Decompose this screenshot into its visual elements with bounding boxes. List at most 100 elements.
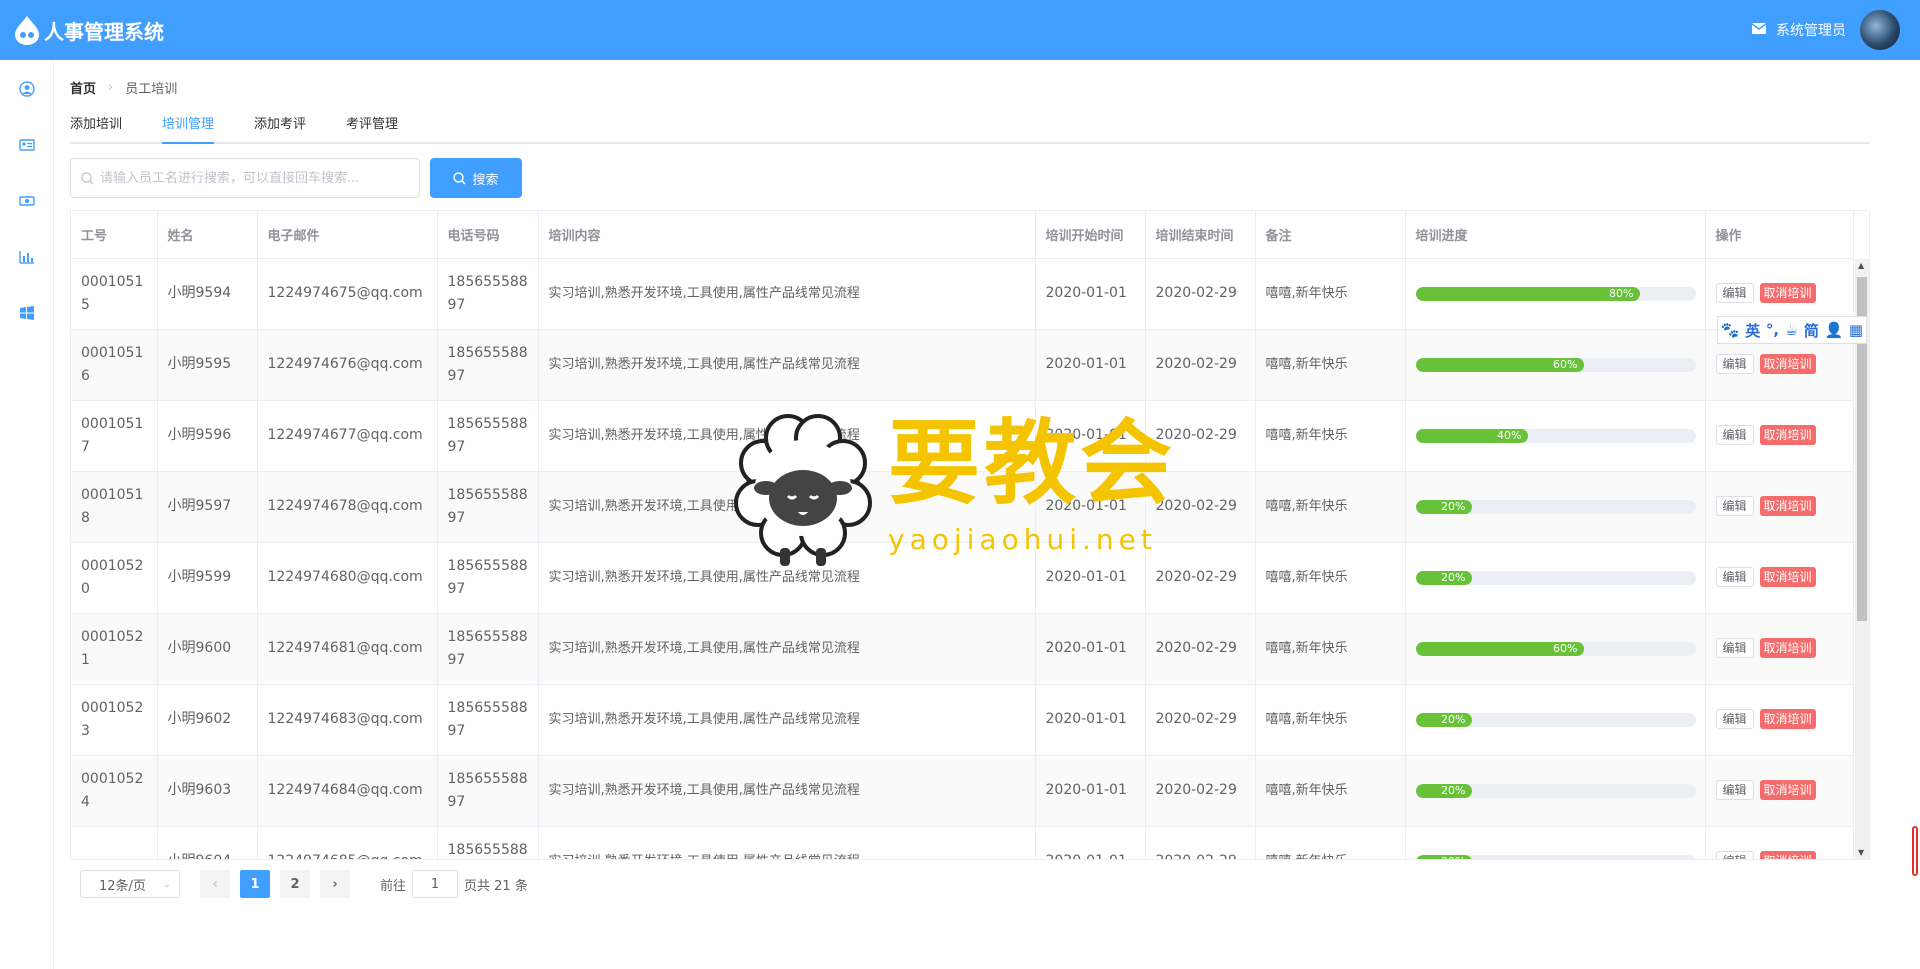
cell-name: 小明9599 [157,542,258,614]
edit-button[interactable]: 编辑 [1715,425,1754,445]
cell-progress: 20% [1405,542,1706,614]
table-row: 00010515 小明9594 1224974675@qq.com 185655588… [71,258,1854,330]
cup-icon[interactable]: ☕ [1785,321,1798,339]
cancel-training-button[interactable]: 取消培训 [1759,425,1816,445]
user-name[interactable]: 系统管理员 [1776,20,1846,40]
progress-fill: 20% [1415,854,1472,859]
avatar[interactable] [1860,10,1900,50]
cell-name: 小明9594 [157,258,258,330]
page-button-1[interactable]: 1 [240,870,270,898]
id-card-icon[interactable] [19,137,35,153]
cell-note: 嘻嘻,新年快乐 [1255,400,1406,472]
search-icon [81,171,94,184]
cell-note: 嘻嘻,新年快乐 [1255,684,1406,756]
app-logo[interactable]: 人事管理系统 [14,15,164,45]
cell-phone: 18565558897 [437,684,539,756]
cell-content: 实习培训,熟悉开发环境,工具使用,属性产品线常见流程 [538,471,1036,543]
edit-button[interactable]: 编辑 [1715,567,1754,587]
cell-id: 00010524 [71,755,158,827]
progress-fill: 60% [1415,357,1584,372]
top-bar: 人事管理系统 系统管理员 [0,0,1920,60]
windows-icon[interactable] [19,305,35,321]
mail-icon[interactable] [1751,22,1767,38]
ime-language[interactable]: 英 [1745,320,1760,341]
search-box [70,158,420,198]
table-row: 00010523 小明9602 1224974683@qq.com 185655588… [71,684,1854,756]
tab-add-training[interactable]: 添加培训 [70,112,122,144]
column-header-content: 培训内容 [538,211,1036,259]
column-header-phone: 电话号码 [437,211,539,259]
cell-phone: 18565558897 [437,400,539,472]
edit-button[interactable]: 编辑 [1715,709,1754,729]
cell-name: 小明9602 [157,684,258,756]
cancel-training-button[interactable]: 取消培训 [1759,638,1816,658]
cell-email: 1224974684@qq.com [257,755,438,827]
goto-page-input[interactable] [412,870,459,898]
cell-end: 2020-02-29 [1145,684,1256,756]
edit-button[interactable]: 编辑 [1715,354,1754,374]
paw-icon[interactable]: 🐾 [1721,321,1740,339]
progress-fill: 80% [1415,286,1640,301]
cancel-training-button[interactable]: 取消培训 [1759,851,1816,859]
money-icon[interactable] [19,193,35,209]
cell-id: 00010515 [71,258,158,330]
cell-end: 2020-02-29 [1145,329,1256,401]
cell-note: 嘻嘻,新年快乐 [1255,258,1406,330]
edit-button[interactable]: 编辑 [1715,283,1754,303]
chart-icon[interactable] [19,249,35,265]
prev-page-button[interactable]: ‹ [200,870,230,898]
cell-start: 2020-01-01 [1035,684,1146,756]
scroll-down-icon[interactable]: ▼ [1858,848,1864,857]
column-header-progress: 培训进度 [1405,211,1706,259]
cancel-training-button[interactable]: 取消培训 [1759,780,1816,800]
tab-add-evaluation[interactable]: 添加考评 [254,112,306,144]
tab-training-management[interactable]: 培训管理 [162,112,215,144]
cell-name: 小明9600 [157,613,258,685]
tab-evaluation-management[interactable]: 考评管理 [346,112,398,144]
cancel-training-button[interactable]: 取消培训 [1759,283,1816,303]
cell-id: 00010518 [71,471,158,543]
search-input[interactable] [100,170,410,186]
cell-email: 1224974683@qq.com [257,684,438,756]
person-icon[interactable]: 👤 [1825,321,1844,339]
table-scrollbar[interactable]: ▲ ▼ [1855,259,1869,859]
cancel-training-button[interactable]: 取消培训 [1759,567,1816,587]
punctuation-icon[interactable]: °, [1766,321,1779,339]
chevron-right-icon: › [108,80,114,95]
side-handle[interactable] [1912,826,1918,876]
progress-bar: 20% [1415,712,1696,727]
next-page-button[interactable]: › [320,870,350,898]
edit-button[interactable]: 编辑 [1715,780,1754,800]
page-button-2[interactable]: 2 [280,870,310,898]
cell-progress: 60% [1405,613,1706,685]
training-table: 工号 姓名 电子邮件 电话号码 培训内容 培训开始时间 培训结束时间 备注 培训… [70,210,1870,860]
scroll-up-icon[interactable]: ▲ [1858,261,1864,270]
edit-button[interactable]: 编辑 [1715,638,1754,658]
page-size-select[interactable]: 12条/页 ⌄ [80,870,180,898]
cancel-training-button[interactable]: 取消培训 [1759,496,1816,516]
cell-start: 2020-01-01 [1035,613,1146,685]
progress-bar: 20% [1415,499,1696,514]
ime-script[interactable]: 简 [1804,320,1819,341]
edit-button[interactable]: 编辑 [1715,851,1754,859]
cell-end: 2020-02-29 [1145,471,1256,543]
cell-content: 实习培训,熟悉开发环境,工具使用,属性产品线常见流程 [538,542,1036,614]
grid-icon[interactable]: ▦ [1849,321,1863,339]
cell-phone: 18565558897 [437,613,539,685]
cancel-training-button[interactable]: 取消培训 [1759,709,1816,729]
cell-id: 00010517 [71,400,158,472]
cell-actions: 编辑取消培训 [1705,826,1854,859]
cell-actions: 编辑取消培训 [1705,684,1854,756]
cancel-training-button[interactable]: 取消培训 [1759,354,1816,374]
search-button-label: 搜索 [472,171,499,187]
breadcrumb-home[interactable]: 首页 [70,78,96,97]
cell-end: 2020-02-29 [1145,755,1256,827]
cell-phone: 18565558897 [437,471,539,543]
user-icon[interactable] [19,81,35,97]
cell-progress: 80% [1405,258,1706,330]
table-row: 00010524 小明9603 1224974684@qq.com 185655588… [71,755,1854,827]
search-button[interactable]: 搜索 [430,158,522,198]
column-header-start: 培训开始时间 [1035,211,1146,259]
edit-button[interactable]: 编辑 [1715,496,1754,516]
table-row: 00010516 小明9595 1224974676@qq.com 185655588… [71,329,1854,401]
